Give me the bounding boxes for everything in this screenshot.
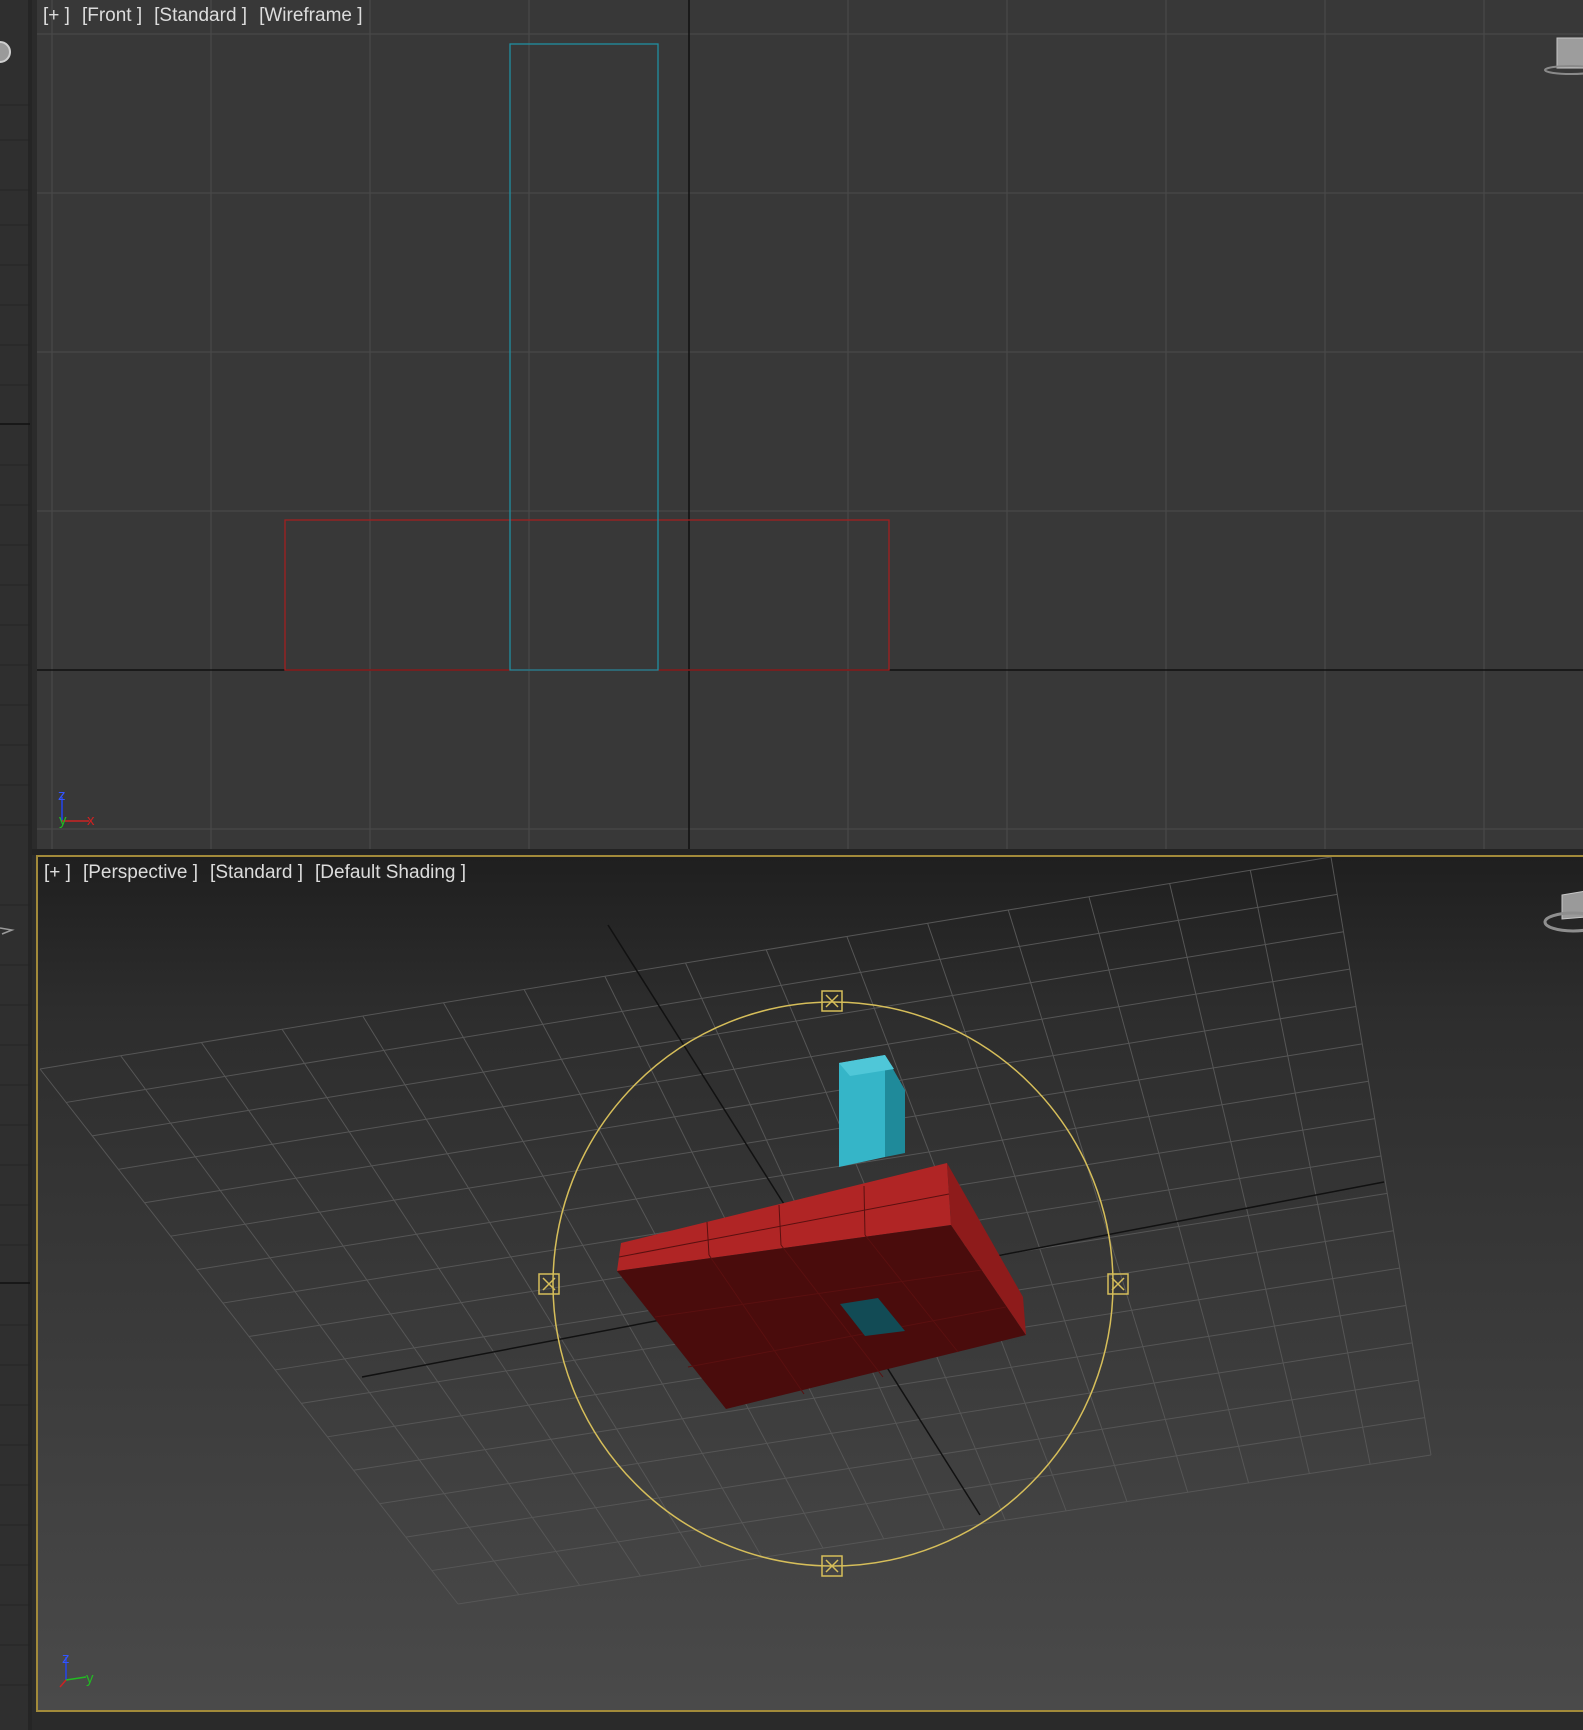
axis-z-label: z [58, 787, 66, 804]
perspective-viewport-menu[interactable]: [+ ] [44, 862, 71, 884]
front-grid [37, 0, 1583, 849]
axis-tripod-icon: z y [59, 1650, 94, 1688]
perspective-viewport-label: [+ ] [Perspective ] [Standard ] [Default… [44, 862, 466, 884]
grid-line [1088, 896, 1250, 1484]
axis-tripod-icon: z y x [58, 787, 95, 829]
box-object [839, 1055, 905, 1167]
front-viewport[interactable]: [+ ] [Front ] [Standard ] [Wireframe ] z… [37, 0, 1583, 849]
grid-line [431, 1417, 1425, 1572]
plane-object [617, 1163, 1026, 1409]
grid-line [405, 1379, 1419, 1538]
perspective-viewport-canvas: z y [39, 857, 1583, 1688]
front-view-selector[interactable]: [Front ] [82, 5, 142, 27]
left-command-strip [0, 0, 32, 1730]
axis-z-label: z [62, 1650, 70, 1667]
box-object-wireframe [509, 43, 659, 671]
viewcube-icon [1543, 890, 1583, 933]
viewcube-icon [1544, 37, 1583, 75]
front-viewport-label: [+ ] [Front ] [Standard ] [Wireframe ] [43, 5, 363, 27]
axis-x-label: x [87, 812, 95, 829]
perspective-view-selector[interactable]: [Perspective ] [83, 862, 198, 884]
viewport-bottom-edge [32, 1712, 1583, 1730]
grid-line [1249, 870, 1371, 1465]
front-mode-selector[interactable]: [Standard ] [154, 5, 247, 27]
gizmo-handle-right [1107, 1273, 1129, 1295]
axis-y-label: y [86, 1670, 94, 1687]
gizmo-handle-top [821, 990, 843, 1012]
front-shading-selector[interactable]: [Wireframe ] [259, 5, 362, 27]
grid-line [1330, 857, 1432, 1456]
axis-y-label: y [59, 812, 67, 829]
front-viewport-menu[interactable]: [+ ] [43, 5, 70, 27]
pan-arrow-icon [0, 927, 15, 935]
grid-line [1169, 883, 1310, 1474]
front-viewport-canvas: z y x [37, 0, 1583, 849]
plane-object-wireframe [284, 519, 890, 671]
grid-line [1007, 909, 1189, 1493]
perspective-viewport[interactable]: [+ ] [Perspective ] [Standard ] [Default… [36, 855, 1583, 1712]
gizmo-handle-left [538, 1273, 560, 1295]
perspective-shading-selector[interactable]: [Default Shading ] [315, 862, 466, 884]
perspective-mode-selector[interactable]: [Standard ] [210, 862, 303, 884]
left-strip-ticks [0, 41, 30, 1686]
compass-ring-icon [0, 41, 11, 63]
grid-line [457, 1454, 1432, 1605]
